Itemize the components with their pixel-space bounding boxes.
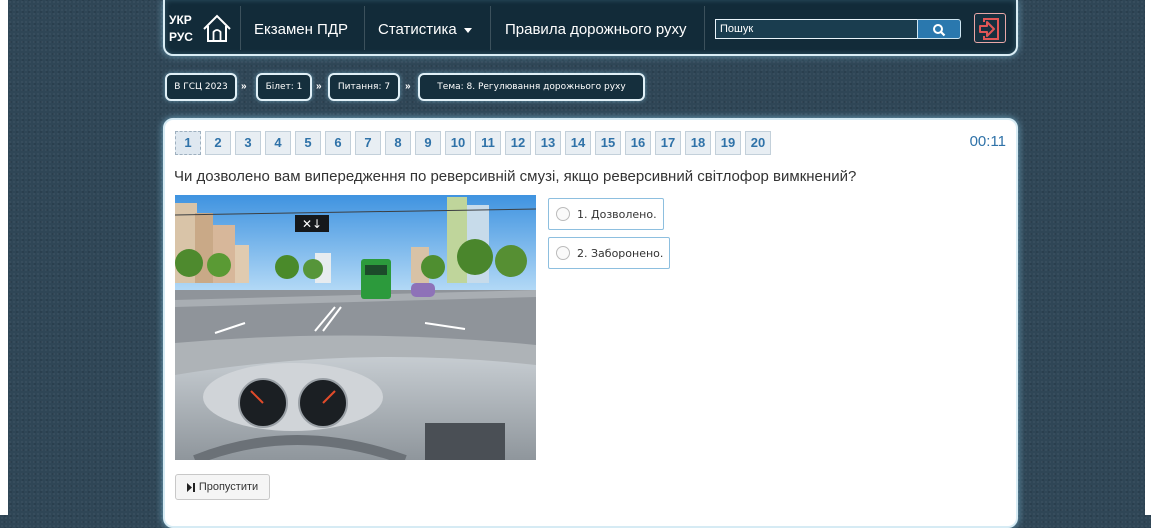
breadcrumb-question[interactable]: Питання: 7 <box>328 73 400 101</box>
language-switcher: УКР РУС <box>169 12 193 46</box>
answer-option[interactable]: 2. Заборонено. <box>548 237 671 269</box>
home-icon[interactable] <box>201 12 233 44</box>
nav-divider <box>364 6 365 50</box>
lang-ukr-link[interactable]: УКР <box>169 12 193 29</box>
skip-button[interactable]: Пропустити <box>175 474 270 500</box>
nav-rules-link[interactable]: Правила дорожнього руху <box>505 21 687 38</box>
logout-button[interactable] <box>974 13 1006 43</box>
question-number-button[interactable]: 6 <box>325 131 351 155</box>
breadcrumb-separator: » <box>405 81 411 92</box>
answer-option-label: 2. Заборонено. <box>577 246 664 260</box>
search-icon <box>933 24 946 37</box>
question-number-button[interactable]: 17 <box>655 131 681 155</box>
question-number-button[interactable]: 20 <box>745 131 771 155</box>
search-button[interactable] <box>917 19 961 39</box>
question-text: Чи дозволено вам випередження по реверси… <box>174 168 857 185</box>
skip-forward-icon <box>186 482 195 492</box>
radio-icon[interactable] <box>556 246 570 260</box>
nav-divider <box>240 6 241 50</box>
question-number-button[interactable]: 14 <box>565 131 591 155</box>
question-number-button[interactable]: 2 <box>205 131 231 155</box>
nav-divider <box>490 6 491 50</box>
nav-statistics-dropdown[interactable]: Статистика <box>378 21 472 38</box>
question-number-button[interactable]: 4 <box>265 131 291 155</box>
answer-option[interactable]: 1. Дозволено. <box>548 198 664 230</box>
answer-option-label: 1. Дозволено. <box>577 207 657 221</box>
question-number-button[interactable]: 1 <box>175 131 201 155</box>
breadcrumb-separator: » <box>241 81 247 92</box>
question-number-button[interactable]: 18 <box>685 131 711 155</box>
page-edge-right <box>1145 0 1151 515</box>
page-edge-left <box>0 0 8 515</box>
question-number-button[interactable]: 10 <box>445 131 471 155</box>
svg-text:✕↓: ✕↓ <box>302 217 322 231</box>
question-number-button[interactable]: 3 <box>235 131 261 155</box>
nav-statistics-label: Статистика <box>378 21 457 38</box>
radio-icon[interactable] <box>556 207 570 221</box>
breadcrumb-ticket[interactable]: Білет: 1 <box>256 73 312 101</box>
quiz-timer: 00:11 <box>969 133 1006 150</box>
question-number-button[interactable]: 19 <box>715 131 741 155</box>
nav-divider <box>704 6 705 50</box>
question-number-button[interactable]: 12 <box>505 131 531 155</box>
logout-icon <box>979 18 999 40</box>
question-number-button[interactable]: 16 <box>625 131 651 155</box>
breadcrumb-exam[interactable]: В ГСЦ 2023 <box>165 73 237 101</box>
question-image: ✕↓ <box>175 195 536 460</box>
question-number-button[interactable]: 8 <box>385 131 411 155</box>
question-number-button[interactable]: 11 <box>475 131 501 155</box>
breadcrumb-topic[interactable]: Тема: 8. Регулювання дорожнього руху <box>418 73 645 101</box>
chevron-down-icon <box>463 27 472 33</box>
skip-button-label: Пропустити <box>198 481 259 493</box>
question-number-button[interactable]: 5 <box>295 131 321 155</box>
nav-exam-link[interactable]: Екзамен ПДР <box>254 21 348 38</box>
question-number-button[interactable]: 13 <box>535 131 561 155</box>
question-number-button[interactable]: 7 <box>355 131 381 155</box>
question-number-button[interactable]: 9 <box>415 131 441 155</box>
breadcrumb-separator: » <box>316 81 322 92</box>
question-panel: 1 2 3 4 5 6 7 8 9 10 11 12 13 14 15 16 1… <box>163 118 1018 528</box>
question-number-button[interactable]: 15 <box>595 131 621 155</box>
top-navbar: УКР РУС Екзамен ПДР Статистика Правила д… <box>163 0 1018 56</box>
lang-rus-link[interactable]: РУС <box>169 29 193 46</box>
search-input[interactable] <box>715 19 917 39</box>
